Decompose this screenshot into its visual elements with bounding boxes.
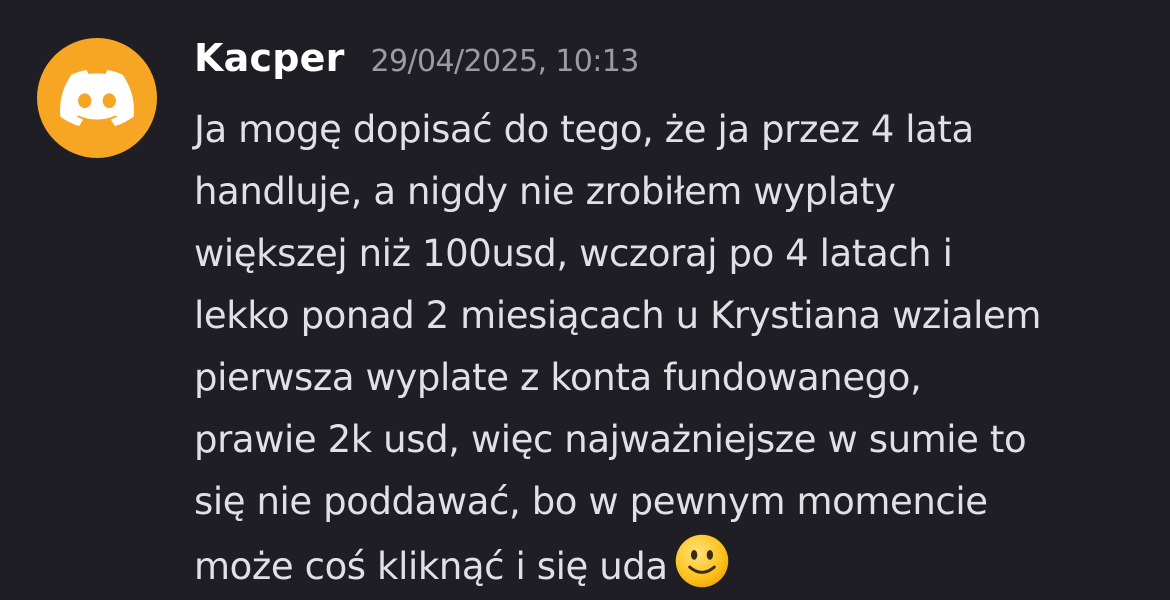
chat-message: Kacper 29/04/2025, 10:13 Ja mogę dopisać… (0, 0, 1170, 600)
message-line: może coś kliknąć i się uda (194, 545, 668, 588)
message-line: prawie 2k usd, więc najważniejsze w sumi… (194, 418, 1027, 461)
message-line: lekko ponad 2 miesiącach u Krystiana wzi… (194, 294, 1041, 337)
user-avatar[interactable] (37, 38, 157, 158)
message-line: się nie poddawać, bo w pewnym momencie (194, 480, 988, 523)
message-line: większej niż 100usd, wczoraj po 4 latach… (194, 232, 953, 275)
message-line: handluje, a nigdy nie zrobiłem wyplaty (194, 170, 896, 213)
discord-logo-icon (60, 70, 134, 126)
message-header: Kacper 29/04/2025, 10:13 (194, 36, 639, 88)
message-line: pierwsza wyplate z konta fundowanego, (194, 356, 922, 399)
message-timestamp[interactable]: 29/04/2025, 10:13 (371, 44, 640, 79)
message-last-line: może coś kliknąć i się uda (194, 533, 1154, 595)
username[interactable]: Kacper (194, 36, 345, 80)
message-content: Ja mogę dopisać do tego, że ja przez 4 l… (194, 99, 1154, 595)
slightly-smiling-face-icon[interactable] (674, 533, 730, 589)
message-line: Ja mogę dopisać do tego, że ja przez 4 l… (194, 108, 974, 151)
